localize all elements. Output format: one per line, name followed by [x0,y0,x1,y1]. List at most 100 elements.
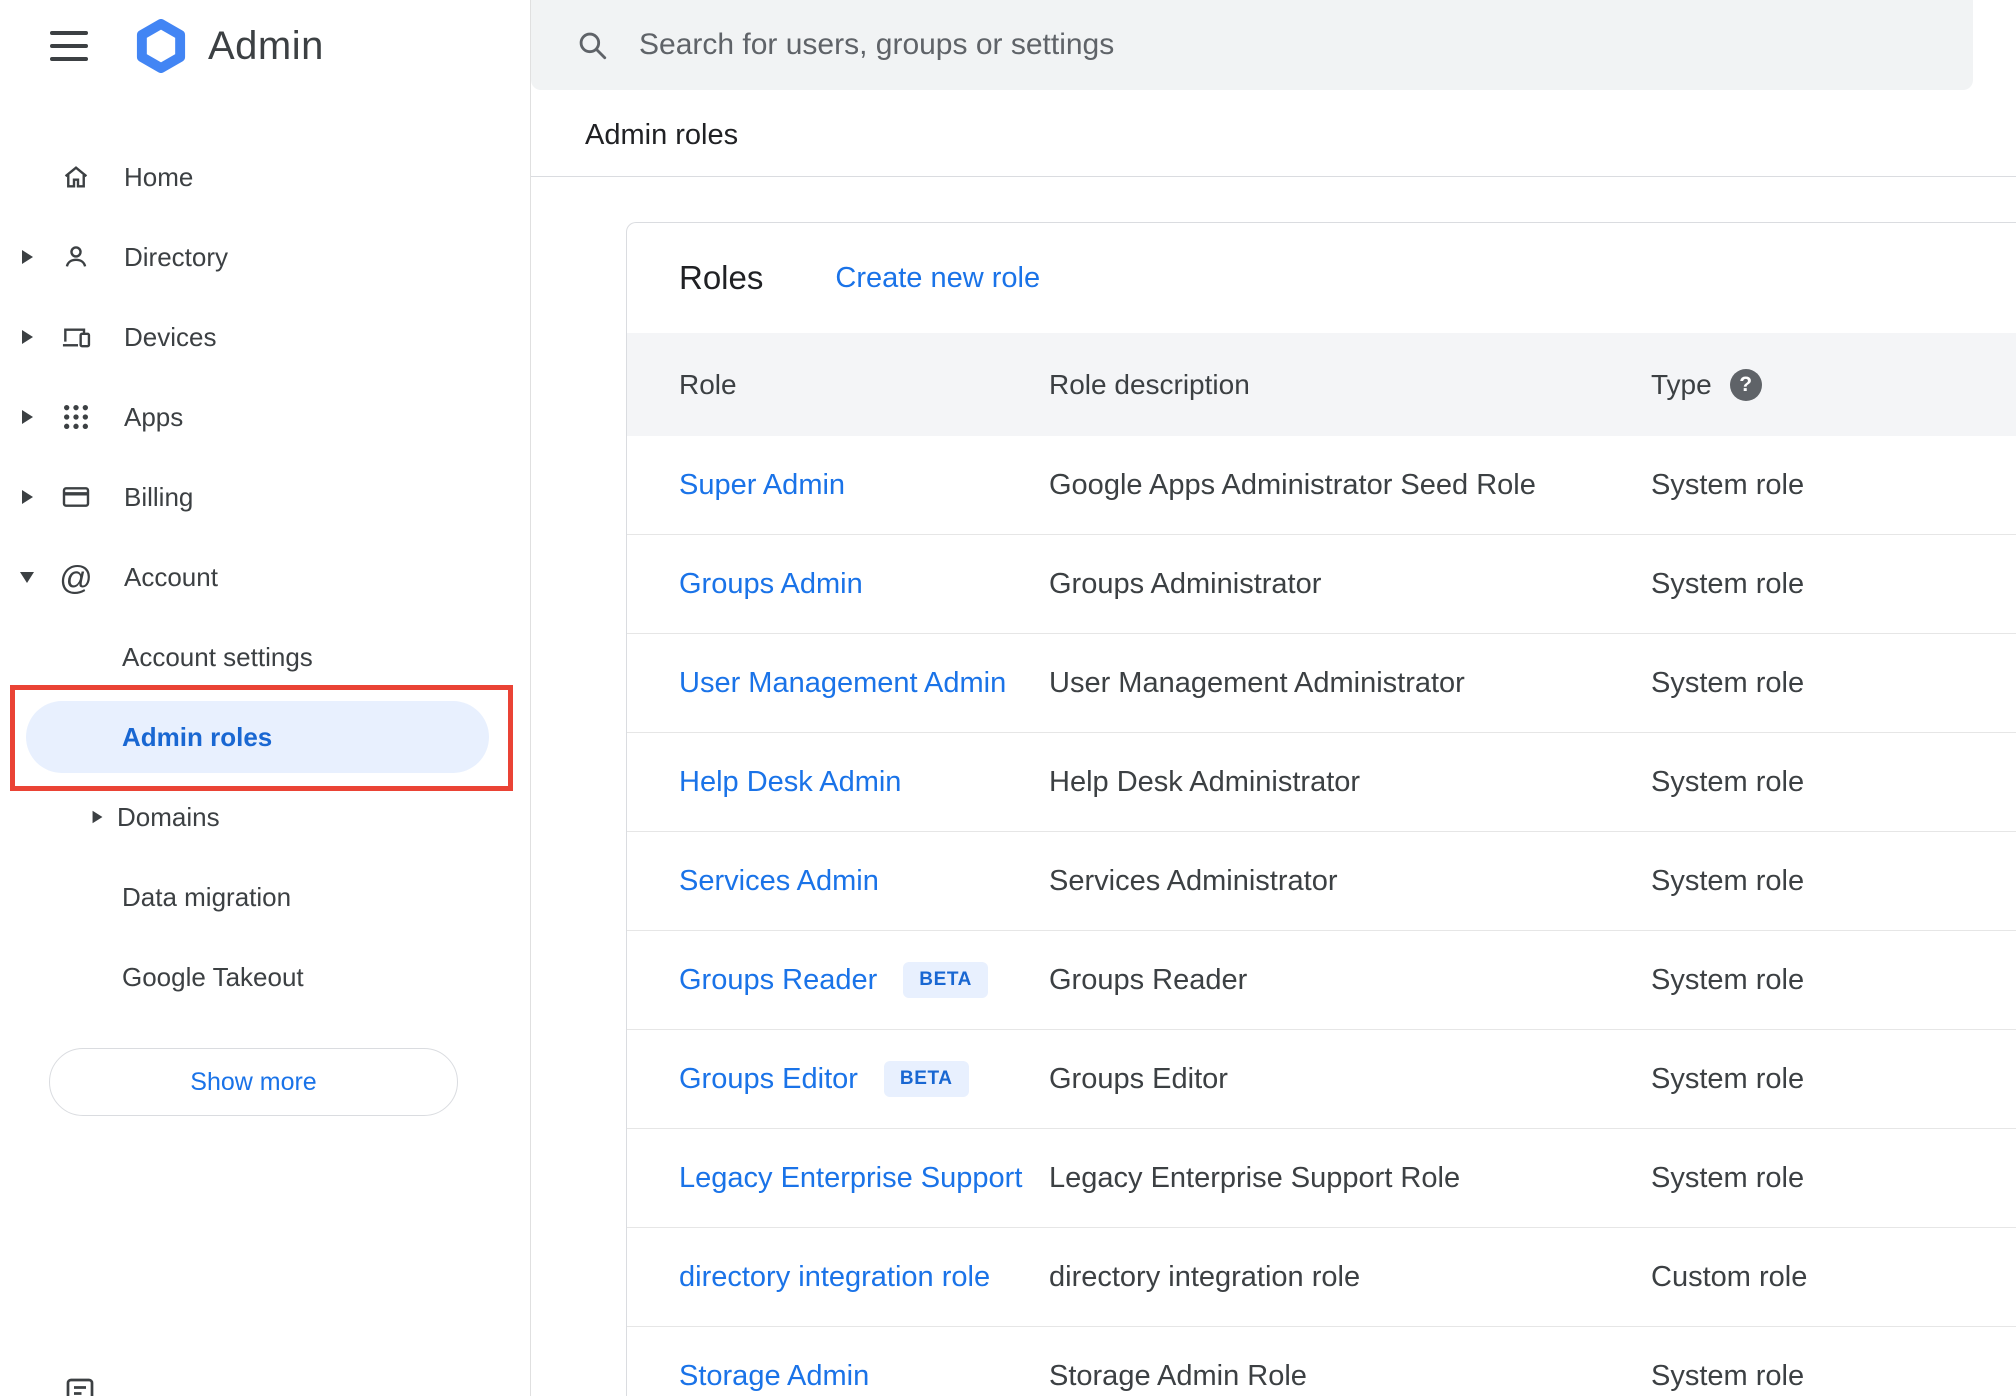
sidebar-item-label: Admin roles [122,721,273,752]
search-bar [531,0,1973,90]
role-cell: Groups Editor BETA [627,1061,1049,1097]
column-header-role: Role [679,368,737,400]
role-link[interactable]: Groups Admin [679,568,863,601]
chevron-right-icon[interactable] [21,410,33,424]
table-row: Groups Editor BETA Groups Editor System … [627,1030,2016,1129]
roles-card: Roles Create new role Role Role descript… [626,222,2016,1396]
table-row: Groups Reader BETA Groups Reader System … [627,931,2016,1030]
role-link[interactable]: User Management Admin [679,667,1006,700]
at-sign-icon: @ [59,558,93,596]
sidebar-item-google-takeout[interactable]: Google Takeout [0,937,530,1017]
role-description: Services Administrator [1049,864,1338,897]
role-type: Custom role [1651,1260,1808,1293]
sidebar-item-domains[interactable]: Domains [0,777,530,857]
partial-document-icon [66,1378,94,1396]
sidebar-item-data-migration[interactable]: Data migration [0,857,530,937]
sidebar-item-label: Account settings [122,641,313,672]
table-row: Storage Admin Storage Admin Role System … [627,1327,2016,1396]
search-icon [579,32,607,60]
role-type: System role [1651,765,1805,798]
role-type: System role [1651,1161,1805,1194]
roles-card-header: Roles Create new role [627,223,2016,333]
sidebar-item-label: Directory [124,241,229,272]
role-cell: Legacy Enterprise Support [627,1162,1049,1195]
chevron-down-icon[interactable] [20,571,34,583]
table-row: Legacy Enterprise Support Legacy Enterpr… [627,1129,2016,1228]
beta-badge: BETA [883,1061,969,1097]
role-link[interactable]: Services Admin [679,865,879,898]
chevron-right-icon[interactable] [92,810,103,824]
sidebar-item-apps[interactable]: Apps [0,377,530,457]
role-type: System role [1651,1062,1805,1095]
role-link[interactable]: Help Desk Admin [679,766,901,799]
help-icon[interactable]: ? [1729,368,1762,401]
role-link[interactable]: Storage Admin [679,1360,869,1393]
sidebar-item-label: Data migration [122,881,292,912]
role-description: Storage Admin Role [1049,1359,1307,1392]
sidebar-item-account-settings[interactable]: Account settings [0,617,530,697]
sidebar-item-label: Billing [124,481,194,512]
sidebar-item-home[interactable]: Home [0,137,530,217]
sidebar-item-label: Google Takeout [122,961,304,992]
beta-badge: BETA [903,962,988,998]
role-type: System role [1651,864,1805,897]
breadcrumb: Admin roles [585,119,739,151]
role-cell: Services Admin [627,865,1049,898]
sidebar: Admin Home Directory Devices Apps Billin… [0,0,531,1396]
menu-icon[interactable] [50,31,88,61]
role-link[interactable]: Groups Reader [679,964,877,997]
table-row: directory integration role directory int… [627,1228,2016,1327]
column-header-type-label: Type [1651,368,1712,400]
chevron-right-icon[interactable] [21,250,33,264]
person-icon [54,241,98,273]
create-new-role-link[interactable]: Create new role [835,262,1040,295]
role-description: Google Apps Administrator Seed Role [1049,468,1536,501]
card-title: Roles [679,259,764,296]
role-link[interactable]: Groups Editor [679,1063,858,1096]
role-link[interactable]: Legacy Enterprise Support [679,1162,1022,1195]
sidebar-header: Admin [0,0,530,92]
role-link[interactable]: directory integration role [679,1261,990,1294]
sidebar-item-account[interactable]: @ Account [0,537,530,617]
role-cell: Groups Admin [627,568,1049,601]
roles-table-body: Super Admin Google Apps Administrator Se… [627,436,2016,1396]
chevron-right-icon[interactable] [21,330,33,344]
search-input[interactable] [637,14,1973,76]
role-cell: User Management Admin [627,667,1049,700]
home-icon [54,161,98,193]
role-description: directory integration role [1049,1260,1361,1293]
sidebar-item-label: Apps [124,401,184,432]
role-type: System role [1651,567,1805,600]
admin-console-screen: Admin Home Directory Devices Apps Billin… [0,0,2016,1396]
role-cell: Super Admin [627,469,1049,502]
role-cell: Storage Admin [627,1360,1049,1393]
role-cell: Help Desk Admin [627,766,1049,799]
sidebar-item-devices[interactable]: Devices [0,297,530,377]
table-row: User Management Admin User Management Ad… [627,634,2016,733]
table-header-row: Role Role description Type ? [627,333,2016,436]
table-row: Super Admin Google Apps Administrator Se… [627,436,2016,535]
column-header-type: Type ? [1651,368,2016,401]
column-header-description: Role description [1049,368,1250,400]
apps-grid-icon [54,401,98,433]
show-more-button[interactable]: Show more [49,1048,458,1116]
role-type: System role [1651,468,1805,501]
role-type: System role [1651,666,1805,699]
app-title: Admin [208,23,324,68]
role-description: Groups Administrator [1049,567,1322,600]
devices-icon [54,321,98,353]
role-description: Help Desk Administrator [1049,765,1361,798]
credit-card-icon [54,481,98,513]
role-description: Legacy Enterprise Support Role [1049,1161,1461,1194]
sidebar-item-admin-roles[interactable]: Admin roles [0,697,530,777]
sidebar-nav: Home Directory Devices Apps Billing @ Ac… [0,137,530,1017]
table-row: Services Admin Services Administrator Sy… [627,832,2016,931]
chevron-right-icon[interactable] [21,490,33,504]
role-description: User Management Administrator [1049,666,1465,699]
table-row: Groups Admin Groups Administrator System… [627,535,2016,634]
role-type: System role [1651,1359,1805,1392]
sidebar-item-billing[interactable]: Billing [0,457,530,537]
role-link[interactable]: Super Admin [679,469,845,502]
sidebar-item-label: Account [124,561,218,592]
sidebar-item-directory[interactable]: Directory [0,217,530,297]
